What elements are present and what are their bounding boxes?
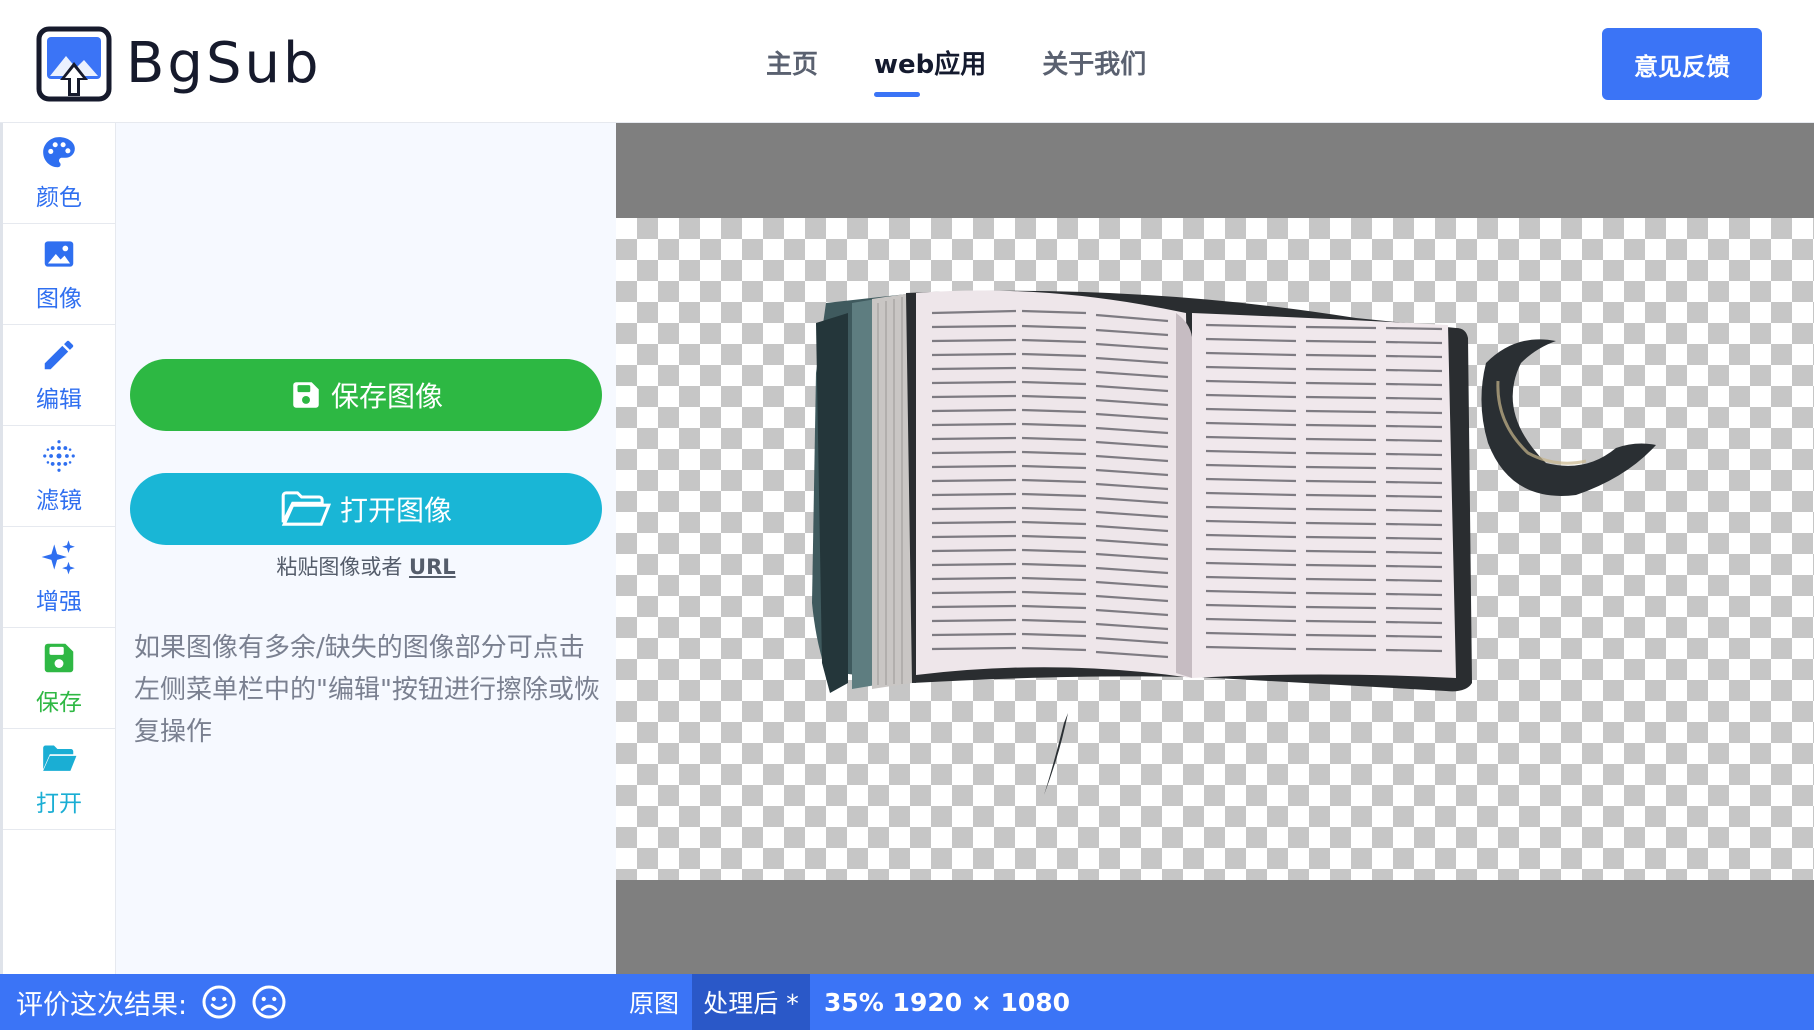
sidebar-item-enhance[interactable]: 增强 bbox=[3, 527, 115, 628]
logo[interactable]: BgSub bbox=[36, 26, 322, 102]
logo-icon bbox=[36, 26, 112, 102]
sidebar-item-edit[interactable]: 编辑 bbox=[3, 325, 115, 426]
sidebar-item-open[interactable]: 打开 bbox=[3, 729, 115, 830]
paste-hint: 粘贴图像或者 URL bbox=[116, 551, 616, 581]
sidebar-item-color[interactable]: 颜色 bbox=[3, 123, 115, 224]
logo-text: BgSub bbox=[126, 31, 322, 96]
paste-url-link[interactable]: URL bbox=[409, 555, 456, 579]
tab-original[interactable]: 原图 bbox=[616, 974, 692, 1030]
feedback-button[interactable]: 意见反馈 bbox=[1602, 28, 1762, 100]
nav-home[interactable]: 主页 bbox=[766, 44, 818, 81]
paste-hint-text: 粘贴图像或者 bbox=[276, 555, 403, 579]
frown-icon[interactable] bbox=[251, 984, 287, 1020]
processed-image bbox=[812, 290, 1656, 795]
folder-open-icon bbox=[43, 745, 77, 771]
smile-icon[interactable] bbox=[201, 984, 237, 1020]
sidebar-item-save[interactable]: 保存 bbox=[3, 628, 115, 729]
sidebar-item-label: 保存 bbox=[36, 690, 82, 716]
floppy-icon bbox=[293, 382, 319, 408]
zoom-dimensions-readout: 35% 1920 × 1080 bbox=[824, 987, 1071, 1017]
nav-web-app[interactable]: web应用 bbox=[874, 44, 986, 97]
tab-processed[interactable]: 处理后 * bbox=[692, 974, 810, 1030]
sparkle-icon bbox=[41, 540, 75, 575]
filter-dots-icon bbox=[43, 440, 75, 472]
main-nav: 主页 web应用 关于我们 bbox=[766, 44, 1202, 97]
save-image-button[interactable]: 保存图像 bbox=[130, 359, 602, 431]
sidebar-item-filter[interactable]: 滤镜 bbox=[3, 426, 115, 527]
save-image-label: 保存图像 bbox=[330, 380, 443, 413]
open-image-label: 打开图像 bbox=[339, 494, 452, 527]
nav-about[interactable]: 关于我们 bbox=[1042, 44, 1146, 81]
sidebar-item-label: 增强 bbox=[36, 589, 82, 615]
floppy-icon bbox=[44, 643, 74, 673]
status-bar: 评价这次结果: 原图 处理后 * 35% 1920 × 1080 bbox=[0, 974, 1814, 1030]
image-canvas[interactable] bbox=[616, 123, 1814, 974]
sidebar-item-label: 颜色 bbox=[36, 185, 82, 211]
sidebar-item-label: 滤镜 bbox=[36, 488, 82, 514]
action-panel: 保存图像 打开图像 粘贴图像或者 URL 如果图像有多余/缺失的图像部分可点击左… bbox=[116, 123, 616, 974]
image-icon bbox=[44, 241, 74, 267]
tool-sidebar: 颜色 图像 编辑 滤镜 增强 保存 打开 bbox=[0, 123, 116, 974]
sidebar-item-label: 打开 bbox=[36, 791, 82, 817]
sidebar-item-label: 编辑 bbox=[36, 387, 82, 413]
rating-group: 评价这次结果: bbox=[16, 974, 287, 1030]
pencil-icon bbox=[44, 340, 74, 370]
sidebar-item-image[interactable]: 图像 bbox=[3, 224, 115, 325]
top-header: BgSub 主页 web应用 关于我们 意见反馈 bbox=[0, 0, 1814, 123]
edit-hint-text: 如果图像有多余/缺失的图像部分可点击左侧菜单栏中的"编辑"按钮进行擦除或恢复操作 bbox=[134, 633, 600, 747]
palette-icon bbox=[43, 137, 75, 168]
rating-label: 评价这次结果: bbox=[16, 989, 188, 1021]
open-image-button[interactable]: 打开图像 bbox=[130, 473, 602, 545]
sidebar-item-label: 图像 bbox=[36, 286, 82, 312]
folder-open-icon bbox=[281, 491, 332, 526]
